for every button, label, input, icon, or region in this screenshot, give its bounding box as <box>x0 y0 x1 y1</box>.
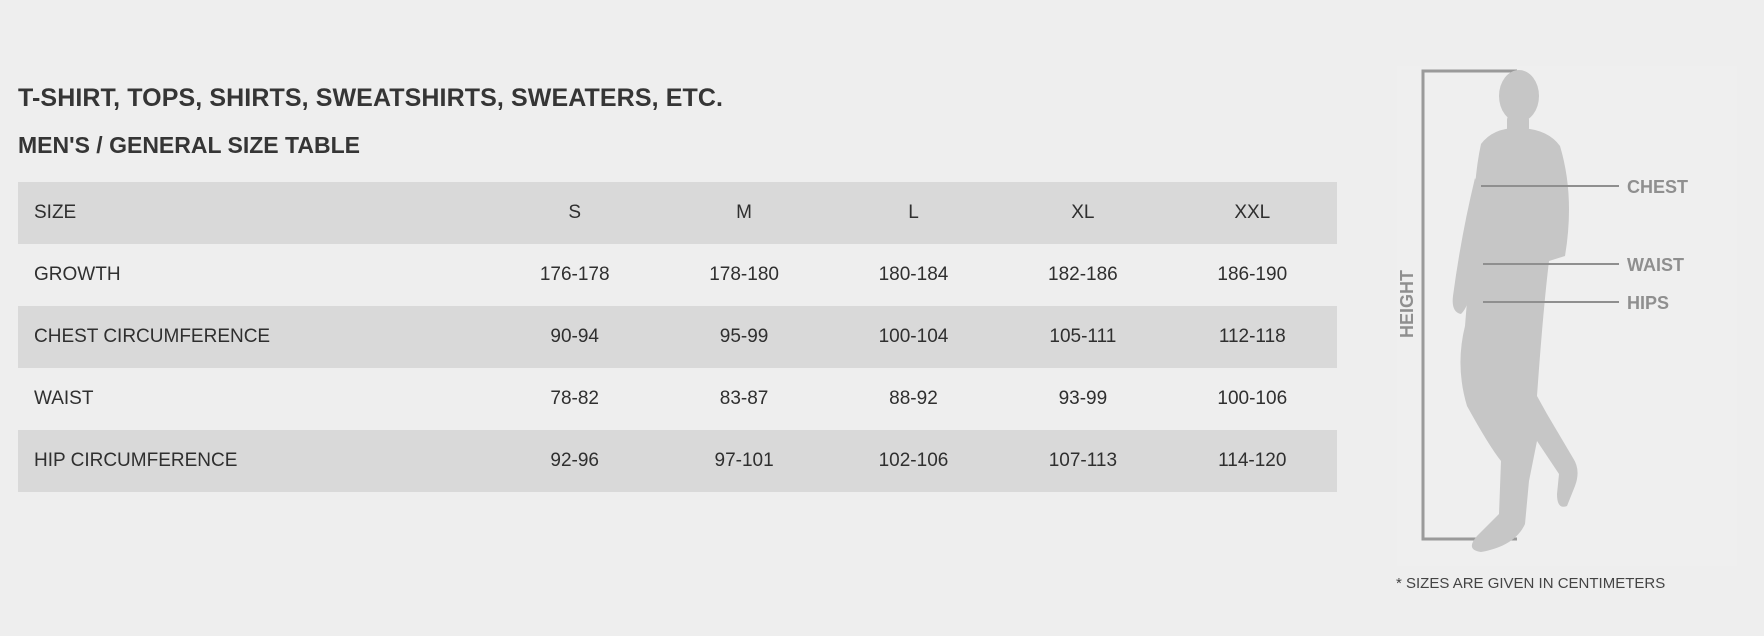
table-cell: 90-94 <box>550 326 599 347</box>
header-xxl: XXL <box>1234 202 1271 223</box>
table-cell: 114-120 <box>1218 450 1287 471</box>
table-cell: 97-101 <box>714 450 774 471</box>
table-cell: 182-186 <box>1048 264 1118 285</box>
table-cell: 92-96 <box>550 450 599 471</box>
size-table: SIZE S M L XL XXL GROWTH 176-178 178-180… <box>18 182 1337 492</box>
row-label-chest: CHEST CIRCUMFERENCE <box>34 326 271 347</box>
header-l: L <box>908 202 919 223</box>
table-cell: 83-87 <box>719 388 769 409</box>
table-cell: 107-113 <box>1048 450 1118 471</box>
table-cell: 186-190 <box>1217 264 1288 285</box>
row-label-hip: HIP CIRCUMFERENCE <box>34 450 238 471</box>
header-size: SIZE <box>34 202 77 223</box>
man-silhouette-icon <box>1452 70 1578 552</box>
table-cell: 100-104 <box>878 326 949 347</box>
table-cell: 78-82 <box>550 388 599 409</box>
table-cell: 95-99 <box>719 326 769 347</box>
table-cell: 178-180 <box>709 264 779 285</box>
height-label: HEIGHT <box>1397 270 1417 338</box>
table-cell: 93-99 <box>1058 388 1108 409</box>
table-row: HIP CIRCUMFERENCE 92-96 97-101 102-106 1… <box>18 430 1337 492</box>
page-title: T-SHIRT, TOPS, SHIRTS, SWEATSHIRTS, SWEA… <box>18 84 724 112</box>
body-diagram: CHEST WAIST HIPS HEIGHT <box>1397 69 1688 552</box>
table-title: MEN'S / GENERAL SIZE TABLE <box>18 132 360 158</box>
table-row: GROWTH 176-178 178-180 180-184 182-186 1… <box>18 244 1337 306</box>
waist-label: WAIST <box>1627 255 1684 275</box>
table-row: WAIST 78-82 83-87 88-92 93-99 100-106 <box>18 368 1337 430</box>
table-cell: 88-92 <box>889 388 938 409</box>
table-cell: 180-184 <box>878 264 949 285</box>
row-label-growth: GROWTH <box>34 264 121 285</box>
hips-label: HIPS <box>1627 293 1669 313</box>
table-row: CHEST CIRCUMFERENCE 90-94 95-99 100-104 … <box>18 306 1337 368</box>
units-note: * SIZES ARE GIVEN IN CENTIMETERS <box>1396 575 1666 592</box>
table-header-row: SIZE S M L XL XXL <box>18 182 1337 244</box>
body-measurement-figure: CHEST WAIST HIPS HEIGHT <box>1397 66 1737 566</box>
header-m: M <box>736 202 752 223</box>
table-cell: 105-111 <box>1049 326 1117 347</box>
table-cell: 100-106 <box>1217 388 1288 409</box>
chest-label: CHEST <box>1627 177 1688 197</box>
table-cell: 176-178 <box>539 264 610 285</box>
header-s: S <box>568 202 582 223</box>
table-cell: 102-106 <box>878 450 949 471</box>
table-cell: 112-118 <box>1218 326 1286 347</box>
row-label-waist: WAIST <box>34 388 94 409</box>
header-xl: XL <box>1071 202 1095 223</box>
